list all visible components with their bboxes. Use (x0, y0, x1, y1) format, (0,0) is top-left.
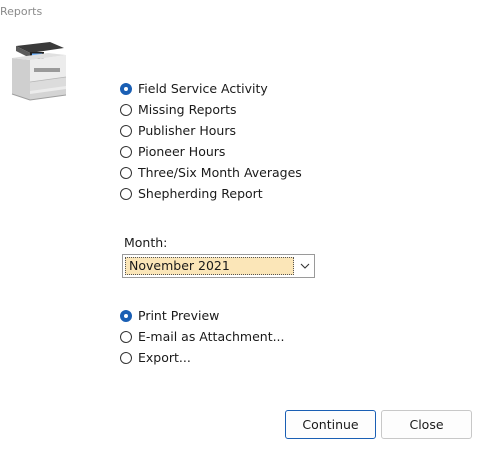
radio-button[interactable] (120, 330, 132, 343)
output-option-email-attachment[interactable]: E-mail as Attachment... (120, 326, 285, 347)
output-option-print-preview[interactable]: Print Preview (120, 305, 285, 326)
report-type-label: Shepherding Report (138, 186, 263, 201)
month-label: Month: (124, 235, 168, 250)
month-dropdown[interactable]: November 2021 (122, 254, 315, 278)
report-type-pioneer-hours[interactable]: Pioneer Hours (120, 141, 302, 162)
printer-icon (11, 42, 67, 101)
output-option-label: E-mail as Attachment... (138, 329, 285, 344)
radio-button[interactable] (120, 82, 132, 95)
output-option-label: Export... (138, 350, 191, 365)
report-type-shepherding-report[interactable]: Shepherding Report (120, 183, 302, 204)
window-title: Reports (0, 5, 43, 18)
report-type-label: Pioneer Hours (138, 144, 226, 159)
report-type-missing-reports[interactable]: Missing Reports (120, 99, 302, 120)
output-option-group: Print Preview E-mail as Attachment... Ex… (120, 305, 285, 368)
output-option-export[interactable]: Export... (120, 347, 285, 368)
report-type-label: Missing Reports (138, 102, 237, 117)
radio-button[interactable] (120, 166, 132, 179)
close-button[interactable]: Close (381, 410, 472, 439)
radio-button[interactable] (120, 309, 132, 322)
continue-button[interactable]: Continue (285, 410, 376, 439)
report-type-publisher-hours[interactable]: Publisher Hours (120, 120, 302, 141)
report-type-field-service-activity[interactable]: Field Service Activity (120, 78, 302, 99)
radio-button[interactable] (120, 124, 132, 137)
radio-button[interactable] (120, 187, 132, 200)
radio-button[interactable] (120, 103, 132, 116)
chevron-down-icon[interactable] (295, 255, 314, 277)
report-type-three-six-month-averages[interactable]: Three/Six Month Averages (120, 162, 302, 183)
report-type-label: Three/Six Month Averages (138, 165, 302, 180)
output-option-label: Print Preview (138, 308, 220, 323)
report-type-group: Field Service Activity Missing Reports P… (120, 78, 302, 204)
report-type-label: Publisher Hours (138, 123, 236, 138)
radio-button[interactable] (120, 145, 132, 158)
month-selected-value[interactable]: November 2021 (125, 257, 294, 275)
report-type-label: Field Service Activity (138, 81, 268, 96)
radio-button[interactable] (120, 351, 132, 364)
